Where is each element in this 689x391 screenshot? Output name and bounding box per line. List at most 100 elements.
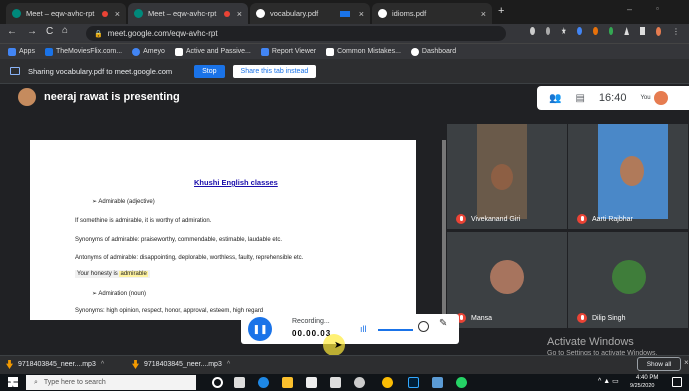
share-this-tab-button[interactable]: Share this tab instead	[232, 64, 317, 78]
audio-level-icon: ıll	[360, 324, 367, 334]
tab-vocabulary-pdf[interactable]: vocabulary.pdf ×	[250, 3, 370, 24]
store-icon[interactable]	[306, 377, 317, 388]
chrome-taskbar-icon[interactable]	[382, 377, 393, 388]
mic-off-icon	[577, 313, 587, 323]
screen-share-icon	[10, 67, 20, 75]
participant-tile[interactable]: Dilip Singh	[568, 232, 688, 328]
shared-document: Khushi English classes ➢ Admirable (adje…	[30, 140, 416, 320]
star-icon[interactable]	[561, 27, 567, 35]
self-avatar	[653, 91, 668, 105]
back-icon[interactable]: ←	[7, 26, 17, 37]
volume-slider[interactable]	[378, 329, 413, 331]
tab-meet-1[interactable]: Meet – eqw-avhc-rpt ×	[6, 3, 126, 24]
profile-avatar[interactable]	[655, 27, 662, 36]
reload-icon[interactable]: C	[46, 26, 53, 37]
participant-avatar	[612, 260, 646, 294]
presentation-margin	[0, 124, 30, 320]
presenter-avatar	[18, 88, 36, 106]
download-item[interactable]: 9718403845_neer....mp3 ^	[132, 357, 230, 372]
minimize-icon[interactable]: –	[627, 4, 632, 14]
new-tab-button[interactable]: +	[498, 5, 504, 17]
cast-icon	[339, 10, 350, 17]
bookmark-apps[interactable]: Apps	[8, 47, 35, 56]
bookmark-ameyo[interactable]: Ameyo	[132, 47, 165, 56]
meet-icon	[12, 9, 21, 18]
participant-tile[interactable]: Aarti Rajbhar	[568, 124, 688, 229]
close-tab-icon[interactable]: ×	[481, 9, 486, 19]
task-view-icon[interactable]	[234, 377, 245, 388]
forward-icon[interactable]: →	[27, 26, 37, 37]
tray-icons[interactable]: ^ ▲ ▭	[598, 377, 619, 385]
meet-icon	[134, 9, 143, 18]
doc-line: If somethine is admirable, it is worthy …	[75, 218, 212, 224]
doc-line: Synonyms: high opinion, respect, honor, …	[75, 308, 264, 314]
extension-icon[interactable]	[608, 27, 614, 35]
self-view[interactable]: You	[640, 91, 668, 105]
bookmark-icon	[326, 47, 335, 56]
mail-icon[interactable]	[330, 377, 341, 388]
stop-sharing-button[interactable]: Stop	[194, 64, 225, 78]
menu-icon[interactable]: ⋮	[672, 27, 680, 39]
eye-off-icon[interactable]	[545, 27, 551, 35]
maximize-icon[interactable]: ▫	[656, 4, 659, 13]
close-downloads-icon[interactable]: ×	[684, 358, 689, 367]
chrome-icon	[378, 9, 387, 18]
apps-grid-icon	[8, 47, 16, 56]
notifications-icon[interactable]	[672, 377, 682, 387]
doc-line: ➢ Admiration (noun)	[92, 291, 147, 297]
recording-dot-icon	[223, 10, 230, 17]
extension-icon[interactable]	[624, 27, 630, 35]
lock-icon: 🔒	[94, 30, 103, 38]
close-tab-icon[interactable]: ×	[359, 9, 364, 19]
people-icon[interactable]: 👥	[549, 93, 561, 104]
bookmark-icon	[132, 47, 141, 56]
mic-off-icon	[577, 214, 587, 224]
webcam-icon[interactable]	[418, 321, 429, 332]
bookmark-dashboard[interactable]: Dashboard	[410, 47, 456, 56]
app-icon[interactable]	[432, 377, 443, 388]
whatsapp-icon[interactable]	[456, 377, 467, 388]
bookmark-active-passive[interactable]: Active and Passive...	[174, 47, 251, 56]
document-scrollbar[interactable]	[442, 140, 446, 320]
url-field[interactable]: 🔒 meet.google.com/eqw-avhc-rpt	[86, 26, 506, 41]
meeting-time: 16:40	[598, 92, 627, 104]
photoshop-icon[interactable]	[408, 377, 419, 388]
camera-icon[interactable]	[530, 27, 535, 35]
show-all-downloads-button[interactable]: Show all	[637, 357, 681, 371]
chat-icon[interactable]: ▤	[575, 93, 584, 104]
tab-idioms-pdf[interactable]: idioms.pdf ×	[372, 3, 492, 24]
activate-windows-title: Activate Windows	[547, 336, 634, 348]
cortana-icon[interactable]	[212, 377, 223, 388]
bookmark-moviesflix[interactable]: TheMoviesFlix.com...	[44, 47, 122, 56]
bookmark-report-viewer[interactable]: Report Viewer	[260, 47, 316, 56]
xbox-icon[interactable]	[354, 377, 365, 388]
participant-face	[620, 156, 644, 186]
home-icon[interactable]: ⌂	[62, 25, 68, 36]
participant-tile[interactable]: Vivekanand Giri	[447, 124, 567, 229]
download-item[interactable]: 9718403845_neer....mp3 ^	[6, 357, 104, 372]
pen-icon[interactable]: ✎	[439, 318, 447, 329]
download-icon	[132, 360, 139, 369]
file-explorer-icon[interactable]	[282, 377, 293, 388]
chrome-icon	[256, 9, 265, 18]
taskbar-time: 4:40 PM	[636, 375, 659, 381]
bookmark-icon	[410, 47, 419, 56]
bookmark-icon	[260, 47, 269, 56]
bookmarks-bar: Apps TheMoviesFlix.com... Ameyo Active a…	[0, 43, 689, 59]
tab-meet-2[interactable]: Meet – eqw-avhc-rpt ×	[128, 3, 248, 24]
chevron-up-icon[interactable]: ^	[227, 361, 230, 368]
close-tab-icon[interactable]: ×	[115, 9, 120, 19]
participant-tile[interactable]: Mansa	[447, 232, 567, 328]
extension-icon[interactable]	[592, 27, 598, 35]
taskbar-date: 9/25/2020	[630, 383, 655, 389]
pause-recording-button[interactable]: ❚❚	[248, 317, 272, 341]
chevron-up-icon[interactable]: ^	[101, 361, 104, 368]
edge-icon[interactable]	[258, 377, 269, 388]
extension-icon[interactable]	[577, 27, 582, 35]
puzzle-icon[interactable]	[640, 27, 645, 35]
download-icon	[6, 360, 13, 369]
doc-line: Synonyms of admirable: praiseworthy, com…	[75, 237, 282, 243]
bookmark-common-mistakes[interactable]: Common Mistakes...	[326, 47, 401, 56]
close-tab-icon[interactable]: ×	[237, 9, 242, 19]
taskbar-search[interactable]: ⌕ Type here to search	[26, 375, 196, 390]
